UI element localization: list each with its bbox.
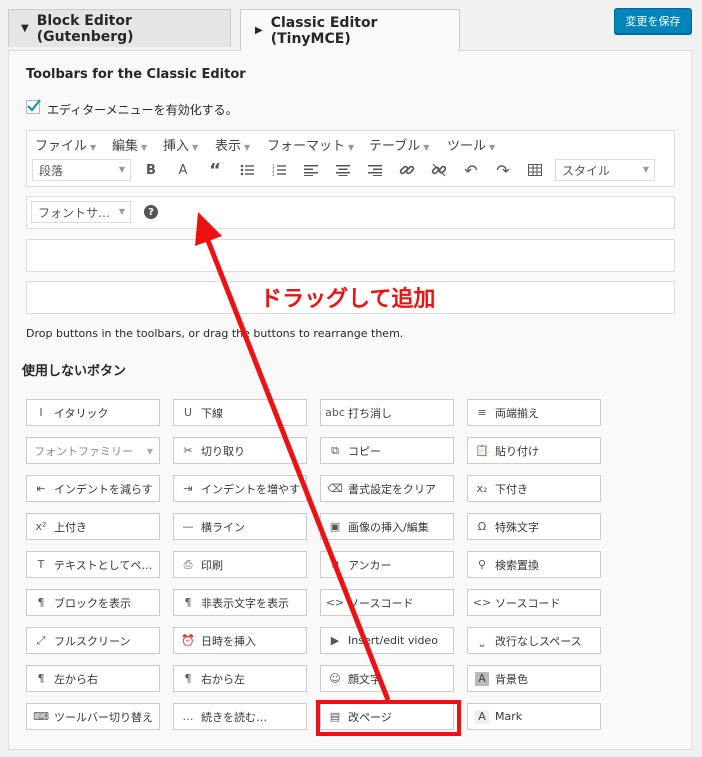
tab-classic-editor[interactable]: ▶ Classic Editor (TinyMCE) (240, 9, 460, 51)
tab-label: Classic Editor (TinyMCE) (270, 14, 378, 47)
drag-arrow (195, 212, 391, 701)
chevron-right-icon: ▶ (255, 25, 263, 36)
